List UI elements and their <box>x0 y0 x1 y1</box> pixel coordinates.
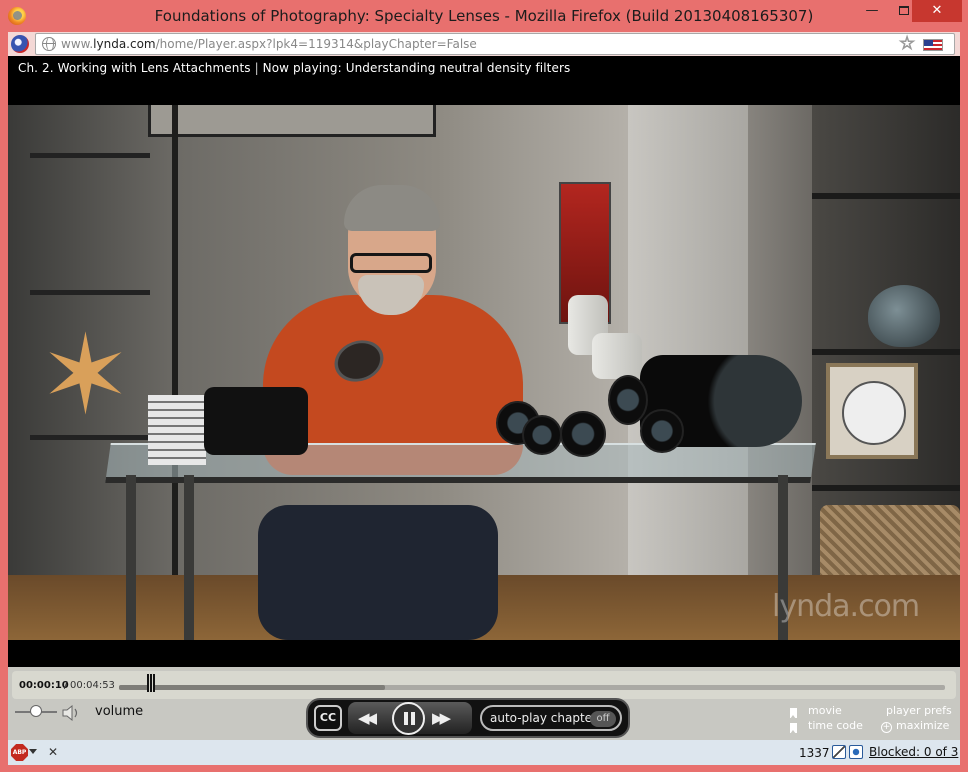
noscript-icon[interactable] <box>832 745 846 759</box>
video-lens <box>640 409 684 453</box>
autoplay-state: off <box>590 711 616 727</box>
now-playing-title: Now playing: Understanding neutral densi… <box>262 61 571 75</box>
maximize-plus-icon: + <box>881 722 892 733</box>
us-flag-icon[interactable] <box>923 39 943 51</box>
next-icon[interactable]: ▶▶ <box>432 709 451 727</box>
page-content: Ch. 2. Working with Lens Attachments | N… <box>8 56 960 740</box>
counter-value: 1337 <box>799 746 830 760</box>
blocked-scripts-link[interactable]: Blocked: 0 of 3 <box>869 745 958 759</box>
previous-icon[interactable]: ◀◀ <box>358 709 377 727</box>
url-domain: lynda.com <box>93 37 156 51</box>
close-icon[interactable]: ✕ <box>48 745 58 759</box>
autoplay-chapter-toggle[interactable]: auto-play chapter off <box>480 705 622 731</box>
video-table-leg <box>126 475 136 640</box>
current-time: 00:00:10 <box>19 680 69 691</box>
video-frame[interactable]: ✶ lynda.com <box>8 105 960 640</box>
video-white-lens <box>592 333 642 379</box>
volume-knob[interactable] <box>30 705 42 717</box>
transport-controls: CC ◀◀ ▶▶ auto-play chapter off <box>306 698 630 738</box>
video-presenter-legs <box>258 505 498 640</box>
video-presenter-hair <box>344 185 440 231</box>
window-titlebar: Foundations of Photography: Specialty Le… <box>0 0 968 32</box>
globe-icon <box>42 37 56 51</box>
player-controls: 00:00:10 / 00:04:53 volume CC ◀◀ ▶▶ auto… <box>8 667 960 740</box>
video-shelf-board <box>30 153 150 158</box>
autoplay-label: auto-play chapter <box>490 711 597 725</box>
video-camera <box>204 387 308 455</box>
navigation-toolbar: www.lynda.com/home/Player.aspx?lpk4=1193… <box>8 32 960 56</box>
url-bar[interactable]: www.lynda.com/home/Player.aspx?lpk4=1193… <box>35 33 955 55</box>
now-playing-heading: Ch. 2. Working with Lens Attachments | N… <box>18 61 570 75</box>
bookmark-star-icon[interactable]: ☆ <box>898 33 915 55</box>
video-table-leg <box>184 475 194 640</box>
bookmark-icon <box>790 723 797 734</box>
playhead-handle[interactable] <box>147 674 155 692</box>
speaker-icon[interactable] <box>61 705 81 721</box>
video-lens <box>522 415 562 455</box>
video-filter-stack <box>148 395 206 465</box>
video-starfish: ✶ <box>39 311 132 439</box>
pause-button[interactable] <box>392 702 425 735</box>
adblock-plus-icon[interactable]: ABP <box>11 744 28 761</box>
url-text[interactable]: www.lynda.com/home/Player.aspx?lpk4=1193… <box>61 37 477 51</box>
time-separator: / <box>64 680 68 691</box>
video-picture-frame <box>148 105 436 137</box>
buffered-progress <box>119 685 385 690</box>
url-prefix: www. <box>61 37 94 51</box>
window-title: Foundations of Photography: Specialty Le… <box>154 7 814 25</box>
scrub-bar[interactable]: 00:00:10 / 00:04:53 <box>12 671 956 699</box>
player-prefs-option[interactable]: player prefs <box>886 704 952 717</box>
maximize-icon <box>899 6 909 15</box>
video-shelf-board <box>812 193 960 199</box>
total-time: 00:04:53 <box>70 680 115 691</box>
closed-captions-button[interactable]: CC <box>314 705 342 731</box>
persona-icon[interactable] <box>11 35 29 53</box>
video-vase <box>868 285 940 347</box>
movie-option[interactable]: movie <box>808 704 842 717</box>
video-presenter-glasses <box>350 253 432 273</box>
volume-label: volume <box>95 704 144 719</box>
url-path: /home/Player.aspx?lpk4=119314&playChapte… <box>155 37 477 51</box>
time-code-option[interactable]: time code <box>808 719 863 732</box>
video-watermark: lynda.com <box>772 589 920 624</box>
chapter-title: Ch. 2. Working with Lens Attachments <box>18 61 251 75</box>
minimize-button[interactable]: — <box>856 0 888 22</box>
video-lens <box>560 411 606 457</box>
maximize-option[interactable]: maximize <box>896 719 949 732</box>
bookmark-icon <box>790 708 797 719</box>
heading-separator: | <box>254 61 259 75</box>
transport-group: ◀◀ ▶▶ <box>348 702 472 735</box>
video-shelf-board <box>812 485 960 491</box>
video-clock <box>826 363 918 459</box>
close-button[interactable]: ✕ <box>912 0 962 22</box>
search-addon-icon[interactable] <box>849 745 863 759</box>
video-lens <box>608 375 648 425</box>
video-shelf-board <box>30 290 150 295</box>
video-shelf-board <box>812 349 960 355</box>
chevron-down-icon[interactable] <box>29 749 37 754</box>
status-bar: ABP ✕ 1337 Blocked: 0 of 3 <box>8 740 960 765</box>
